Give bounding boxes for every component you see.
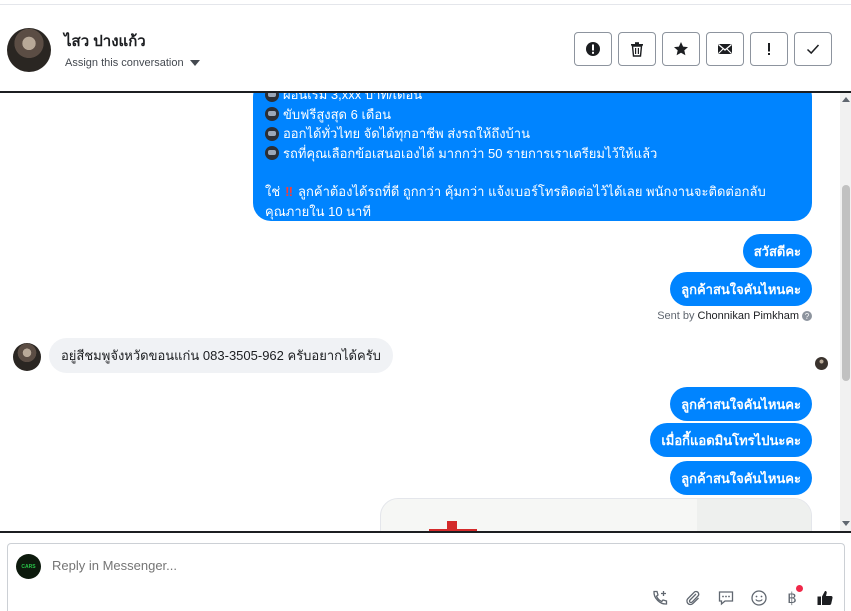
image-panel — [697, 499, 811, 531]
scroll-thumb[interactable] — [842, 185, 850, 381]
outgoing-message[interactable]: ลูกค้าสนใจคันไหนคะ — [670, 461, 812, 495]
car-emoji-icon — [265, 93, 279, 102]
checkmark-icon — [806, 44, 820, 55]
attach-button[interactable] — [682, 588, 704, 608]
alert-circle-icon — [586, 42, 600, 56]
envelope-icon — [718, 44, 732, 54]
emoji-button[interactable] — [748, 588, 770, 608]
promo-message-bubble: ผ่อนเริ่ม 3,xxx บาท/เดือน ขับฟรีสูงสุด 6… — [253, 93, 812, 221]
contact-name[interactable]: ไสว ปางแก้ว — [64, 29, 146, 53]
page-avatar: CARS — [16, 554, 41, 579]
composer-divider — [0, 531, 851, 533]
promo-line: รถที่คุณเลือกข้อเสนอเองได้ มากกว่า 50 รา… — [265, 144, 800, 164]
conversation-header: ไสว ปางแก้ว Assign this conversation — [0, 5, 851, 93]
star-button[interactable] — [662, 32, 700, 66]
like-button[interactable] — [814, 588, 836, 608]
promo-cta-line: คุณภายใน 10 นาที — [265, 203, 371, 219]
thumbs-up-icon — [817, 591, 833, 605]
call-button[interactable] — [649, 588, 671, 608]
car-emoji-icon — [265, 146, 279, 161]
reply-composer: CARS ฿ — [7, 543, 845, 611]
image-caption-text: รถสวย — [481, 509, 601, 531]
delete-button[interactable] — [618, 32, 656, 66]
notification-dot — [796, 585, 803, 592]
sent-by-info: Sent by Chonnikan Pimkham ? — [657, 310, 812, 322]
paperclip-icon — [686, 590, 700, 606]
outgoing-message[interactable]: เมื่อกี้แอดมินโทรไปนะคะ — [650, 423, 812, 457]
mark-unread-button[interactable] — [706, 32, 744, 66]
reply-input[interactable] — [52, 558, 552, 573]
promo-line: ออกได้ทั่วไทย จัดได้ทุกอาชีพ ส่งรถให้ถึง… — [265, 124, 800, 144]
caret-down-icon — [189, 60, 200, 66]
assign-label: Assign this conversation — [65, 57, 184, 69]
spam-button[interactable] — [574, 32, 612, 66]
incoming-message[interactable]: อยู่สีชมพูจังหวัดขอนแก่น 083-3505-962 คร… — [49, 338, 393, 373]
payment-button[interactable]: ฿ — [781, 585, 803, 608]
sender-name[interactable]: Chonnikan Pimkham — [698, 310, 800, 322]
plus-logo-shape — [447, 521, 457, 531]
outgoing-message[interactable]: ลูกค้าสนใจคันไหนคะ — [670, 387, 812, 421]
car-emoji-icon — [265, 107, 279, 122]
baht-icon: ฿ — [787, 590, 797, 607]
contact-avatar[interactable] — [7, 28, 51, 72]
mark-done-button[interactable] — [794, 32, 832, 66]
promo-cta-line: ใช่ ‼ ลูกค้าต้องได้รถที่ดี ถูกกว่า คุ้มกว่… — [265, 182, 800, 202]
message-thread[interactable]: ผ่อนเริ่ม 3,xxx บาท/เดือน ขับฟรีสูงสุด 6… — [0, 93, 840, 531]
exclamation-icon — [768, 43, 770, 55]
smiley-icon — [751, 590, 767, 606]
contact-avatar-small[interactable] — [13, 343, 41, 371]
seen-avatar-icon — [815, 357, 828, 370]
image-attachment[interactable]: รถสวย — [380, 498, 812, 531]
conversation-actions — [574, 32, 832, 66]
thread-scrollbar[interactable] — [840, 93, 851, 531]
composer-tools: ฿ — [649, 585, 836, 608]
trash-icon — [631, 42, 643, 57]
phone-plus-icon — [653, 590, 668, 605]
assign-conversation-dropdown[interactable]: Assign this conversation — [65, 57, 200, 69]
double-exclamation-icon: ‼ — [285, 184, 294, 199]
question-icon[interactable]: ? — [802, 311, 812, 321]
car-emoji-icon — [265, 126, 279, 141]
outgoing-message[interactable]: ลูกค้าสนใจคันไหนคะ — [670, 272, 812, 306]
promo-line: ผ่อนเริ่ม 3,xxx บาท/เดือน — [265, 93, 800, 105]
chat-bubble-icon — [718, 591, 734, 606]
scroll-down-arrow-icon[interactable] — [842, 521, 850, 526]
saved-replies-button[interactable] — [715, 588, 737, 608]
follow-up-button[interactable] — [750, 32, 788, 66]
star-icon — [674, 42, 688, 56]
scroll-up-arrow-icon[interactable] — [842, 97, 850, 102]
promo-line: ขับฟรีสูงสุด 6 เดือน — [265, 105, 800, 125]
outgoing-message[interactable]: สวัสดีคะ — [742, 234, 812, 268]
